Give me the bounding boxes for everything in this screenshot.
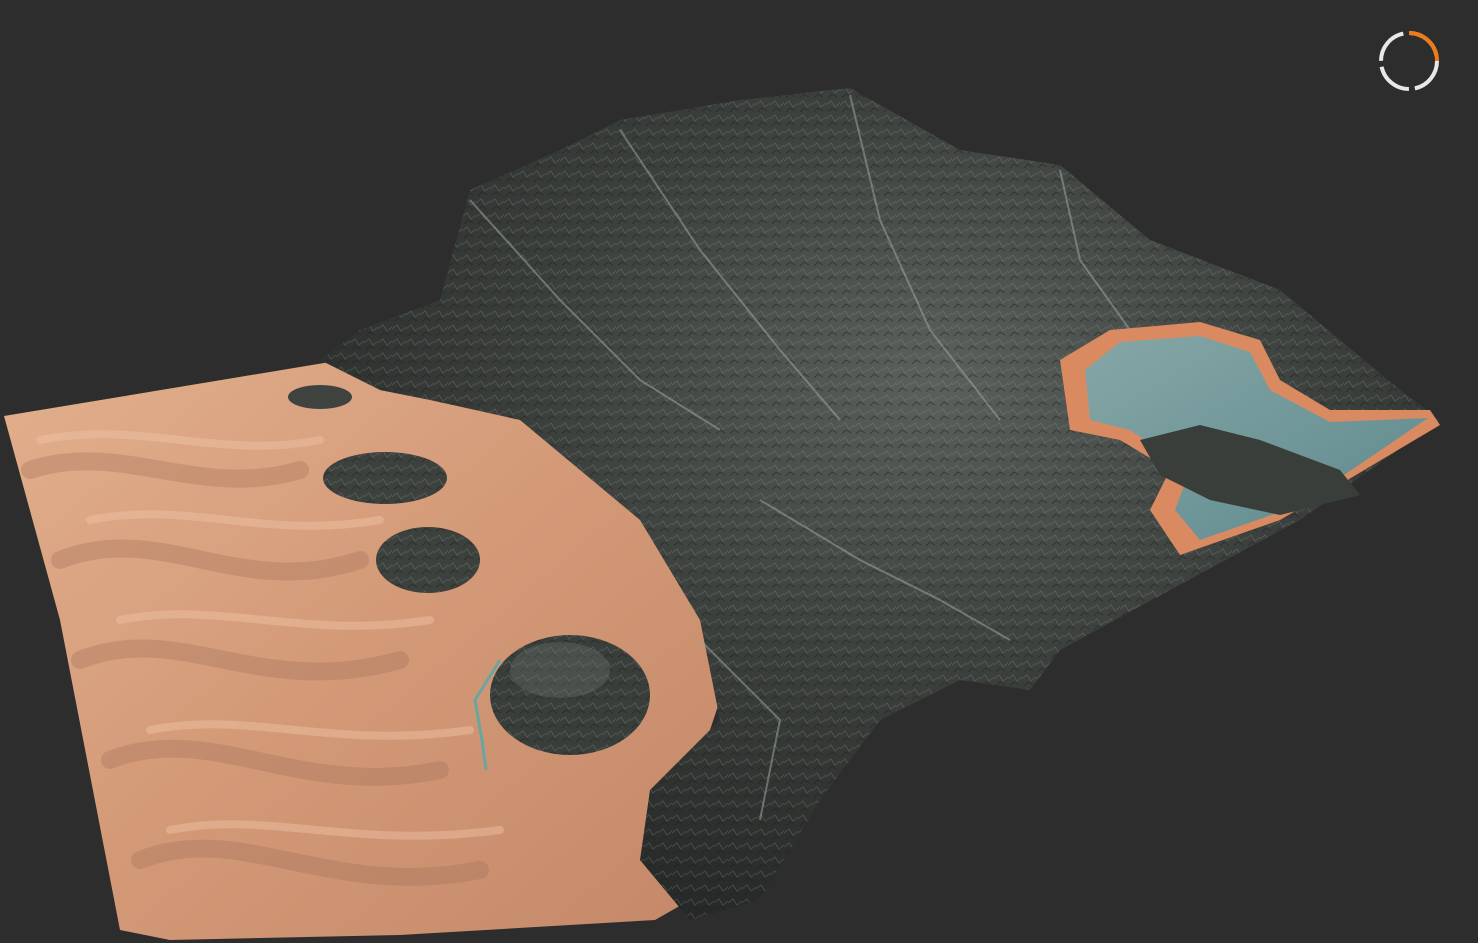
progress-ring[interactable]: [1376, 28, 1442, 94]
terrain-render[interactable]: [0, 0, 1478, 943]
progress-arc: [1408, 31, 1439, 62]
3d-viewport[interactable]: [0, 0, 1478, 943]
